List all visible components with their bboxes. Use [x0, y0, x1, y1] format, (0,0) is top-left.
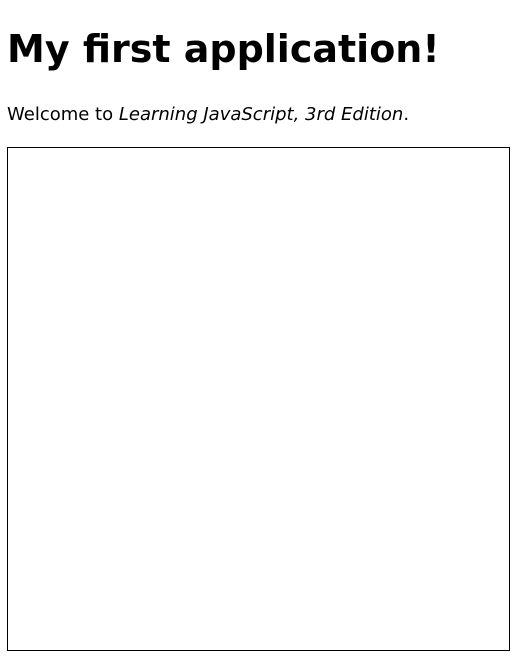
drawing-canvas[interactable]	[7, 147, 510, 651]
welcome-prefix: Welcome to	[7, 104, 119, 125]
welcome-paragraph: Welcome to Learning JavaScript, 3rd Edit…	[7, 103, 409, 127]
book-title: Learning JavaScript, 3rd Edition	[118, 104, 404, 125]
page-title: My first application!	[7, 27, 440, 71]
welcome-suffix: .	[403, 104, 410, 125]
